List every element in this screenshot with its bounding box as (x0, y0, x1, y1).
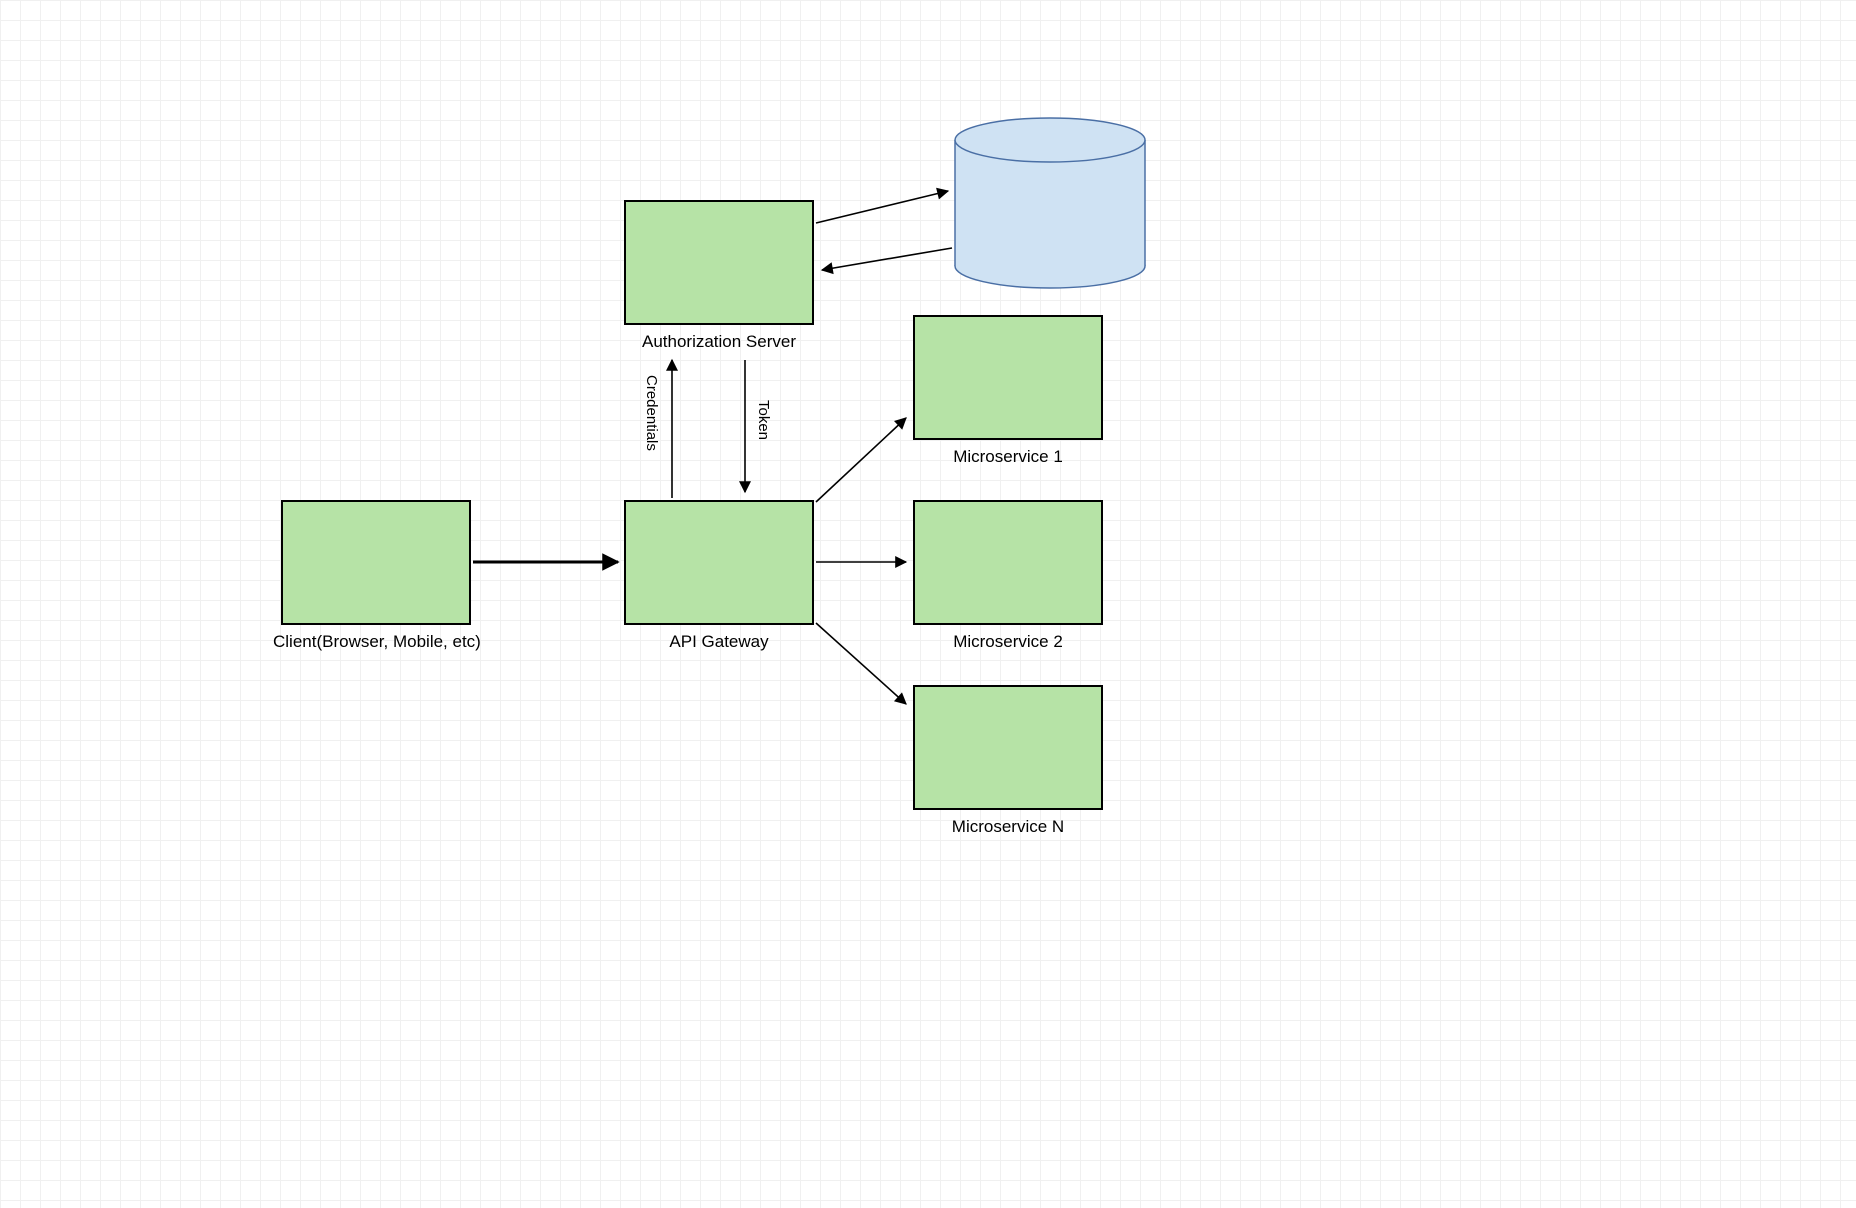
user-store-cylinder (955, 118, 1145, 288)
token-label: Token (755, 400, 772, 440)
edge-store-to-auth (822, 248, 952, 270)
edge-gateway-to-msN (816, 623, 906, 704)
user-store-label: User Data Store (954, 216, 1144, 236)
ms1-label: Microservice 1 (913, 447, 1103, 467)
ms1-box (913, 315, 1103, 440)
api-gateway-box (624, 500, 814, 625)
credentials-label: Credentials (643, 375, 660, 451)
ms2-box (913, 500, 1103, 625)
edge-auth-to-store (816, 191, 948, 223)
api-gateway-label: API Gateway (624, 632, 814, 652)
client-box (281, 500, 471, 625)
auth-server-box (624, 200, 814, 325)
client-label: Client(Browser, Mobile, etc) (273, 632, 493, 652)
diagram-canvas: Client(Browser, Mobile, etc) Authorizati… (0, 0, 1856, 1208)
auth-server-label: Authorization Server (624, 332, 814, 352)
msN-box (913, 685, 1103, 810)
msN-label: Microservice N (913, 817, 1103, 837)
ms2-label: Microservice 2 (913, 632, 1103, 652)
edge-gateway-to-ms1 (816, 418, 906, 502)
